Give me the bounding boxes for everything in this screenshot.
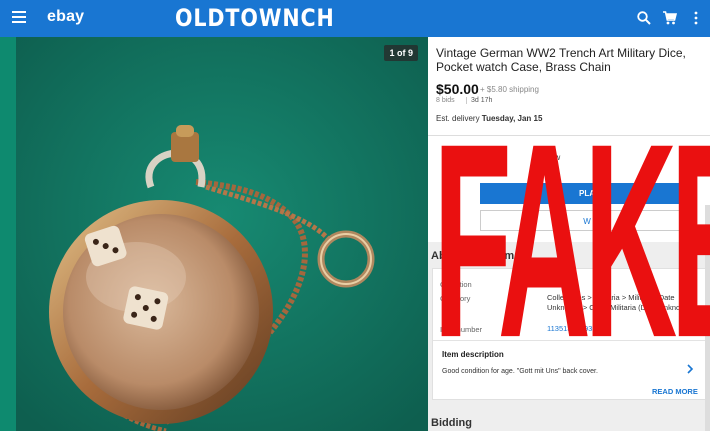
estimated-delivery: Est. delivery Tuesday, Jan 15 <box>436 114 542 123</box>
read-more-link[interactable]: READ MORE <box>652 387 698 396</box>
bid-count[interactable]: 8 bids <box>436 97 455 104</box>
product-photo[interactable]: 1 of 9 <box>16 37 428 431</box>
divider <box>428 135 710 136</box>
listing-price: $50.00 <box>436 81 479 97</box>
category-label: Category <box>440 294 471 303</box>
image-counter: 1 of 9 <box>384 45 418 61</box>
item-number-label: Item number <box>440 325 483 334</box>
item-number-value[interactable]: 113513324938 <box>547 324 697 334</box>
card-divider <box>433 340 705 341</box>
bidding-title: Bidding <box>431 417 472 429</box>
chevron-right-icon[interactable] <box>686 364 694 374</box>
listing-details: Vintage German WW2 Trench Art Military D… <box>428 37 710 431</box>
left-gutter <box>0 37 16 431</box>
item-description-title: Item description <box>442 350 504 359</box>
app-bar: ebay OLDTOWNCH <box>0 0 710 37</box>
listing-title: Vintage German WW2 Trench Art Military D… <box>436 46 686 74</box>
condition-label: Condition <box>440 280 472 289</box>
more-icon[interactable] <box>688 10 704 26</box>
category-value[interactable]: Collectibles > Militaria > Militaria (Da… <box>547 293 697 313</box>
right-gutter <box>705 205 710 431</box>
about-title: About This Item <box>431 250 515 262</box>
delivery-date: Tuesday, Jan 15 <box>481 114 543 123</box>
time-left: 3d 17h <box>466 97 492 104</box>
item-description-text: Good condition for age. "Gott mit Uns" b… <box>442 368 598 375</box>
delivery-prefix: Est. delivery <box>436 114 482 123</box>
watch-button[interactable]: W <box>480 210 694 231</box>
condition-value: Used <box>547 279 565 288</box>
place-bid-button[interactable]: PLA <box>480 183 694 204</box>
menu-icon[interactable] <box>12 11 26 25</box>
ebay-logo[interactable]: ebay <box>47 8 84 26</box>
follow-button[interactable]: ollow <box>542 153 560 162</box>
search-icon[interactable] <box>636 10 652 26</box>
shipping-cost: + $5.80 shipping <box>480 85 539 94</box>
watermark-brand: OLDTOWNCH <box>175 4 335 32</box>
pocket-watch-image <box>16 37 428 431</box>
cart-icon[interactable] <box>662 10 678 26</box>
item-specifics-card: Condition Used Category Collectibles > M… <box>432 268 706 400</box>
